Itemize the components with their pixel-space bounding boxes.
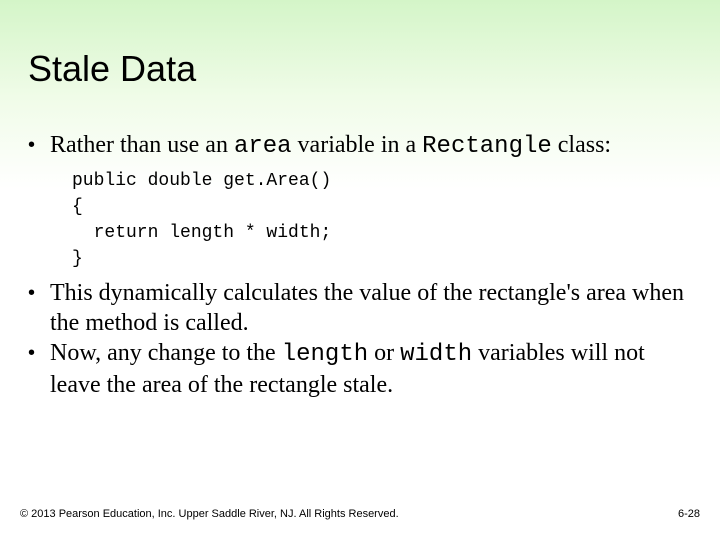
code-line-4: } (72, 249, 83, 269)
bullet-2-text: This dynamically calculates the value of… (50, 278, 692, 338)
bullet-dot-icon: • (28, 130, 50, 160)
bullet-1: • Rather than use an area variable in a … (28, 130, 692, 162)
bullet-1-code-rectangle: Rectangle (422, 133, 552, 160)
bullet-2: • This dynamically calculates the value … (28, 278, 692, 338)
footer-page-number: 6-28 (678, 508, 700, 520)
slide-title: Stale Data (28, 48, 196, 90)
footer-copyright: © 2013 Pearson Education, Inc. Upper Sad… (20, 508, 399, 520)
bullet-1-post: class: (552, 132, 611, 158)
bullet-1-pre: Rather than use an (50, 132, 234, 158)
code-line-1: public double get.Area() (72, 171, 331, 191)
bullet-3: • Now, any change to the length or width… (28, 338, 692, 400)
slide-content: • Rather than use an area variable in a … (28, 130, 692, 400)
bullet-3-pre: Now, any change to the (50, 340, 282, 366)
bullet-dot-icon: • (28, 278, 50, 308)
bullet-1-mid: variable in a (292, 132, 423, 158)
bullet-3-code-length: length (282, 341, 368, 368)
bullet-3-code-width: width (400, 341, 472, 368)
code-line-3: return length * width; (72, 223, 331, 243)
code-line-2: { (72, 197, 83, 217)
bullet-3-mid: or (368, 340, 400, 366)
bullet-1-text: Rather than use an area variable in a Re… (50, 130, 692, 162)
bullet-3-text: Now, any change to the length or width v… (50, 338, 692, 400)
bullet-dot-icon: • (28, 338, 50, 368)
slide: Stale Data • Rather than use an area var… (0, 0, 720, 540)
code-block: public double get.Area() { return length… (72, 168, 692, 272)
bullet-1-code-area: area (234, 133, 292, 160)
